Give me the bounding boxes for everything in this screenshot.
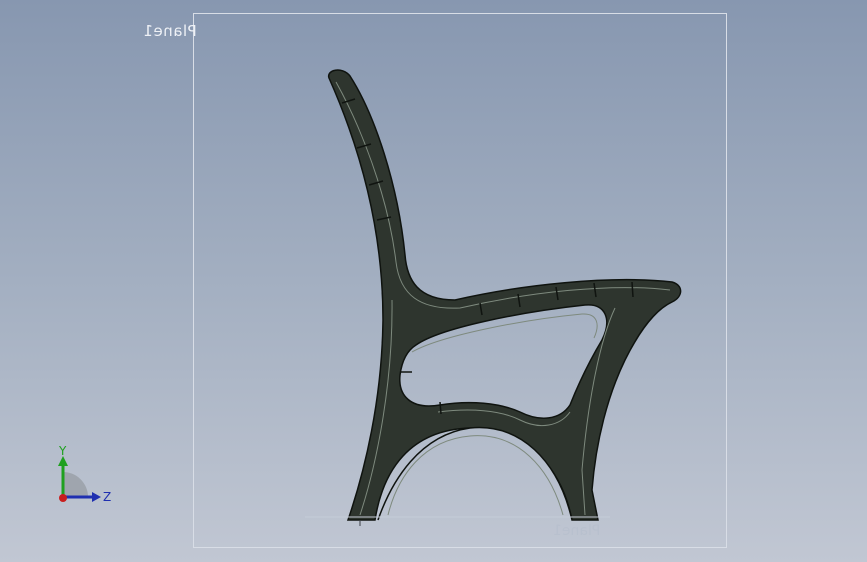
z-axis-arrow-icon — [92, 492, 101, 502]
triad-sector — [63, 472, 88, 497]
frame-body — [327, 69, 682, 521]
x-axis-dot-icon — [59, 494, 67, 502]
y-axis-label: Y — [58, 444, 67, 458]
z-axis-label: Z — [103, 490, 111, 504]
bench-side-frame-model[interactable] — [0, 0, 867, 562]
coordinate-triad[interactable]: Y Z — [45, 440, 125, 515]
graphics-viewport[interactable]: Plane1 Plane1 Y Z — [0, 0, 867, 562]
